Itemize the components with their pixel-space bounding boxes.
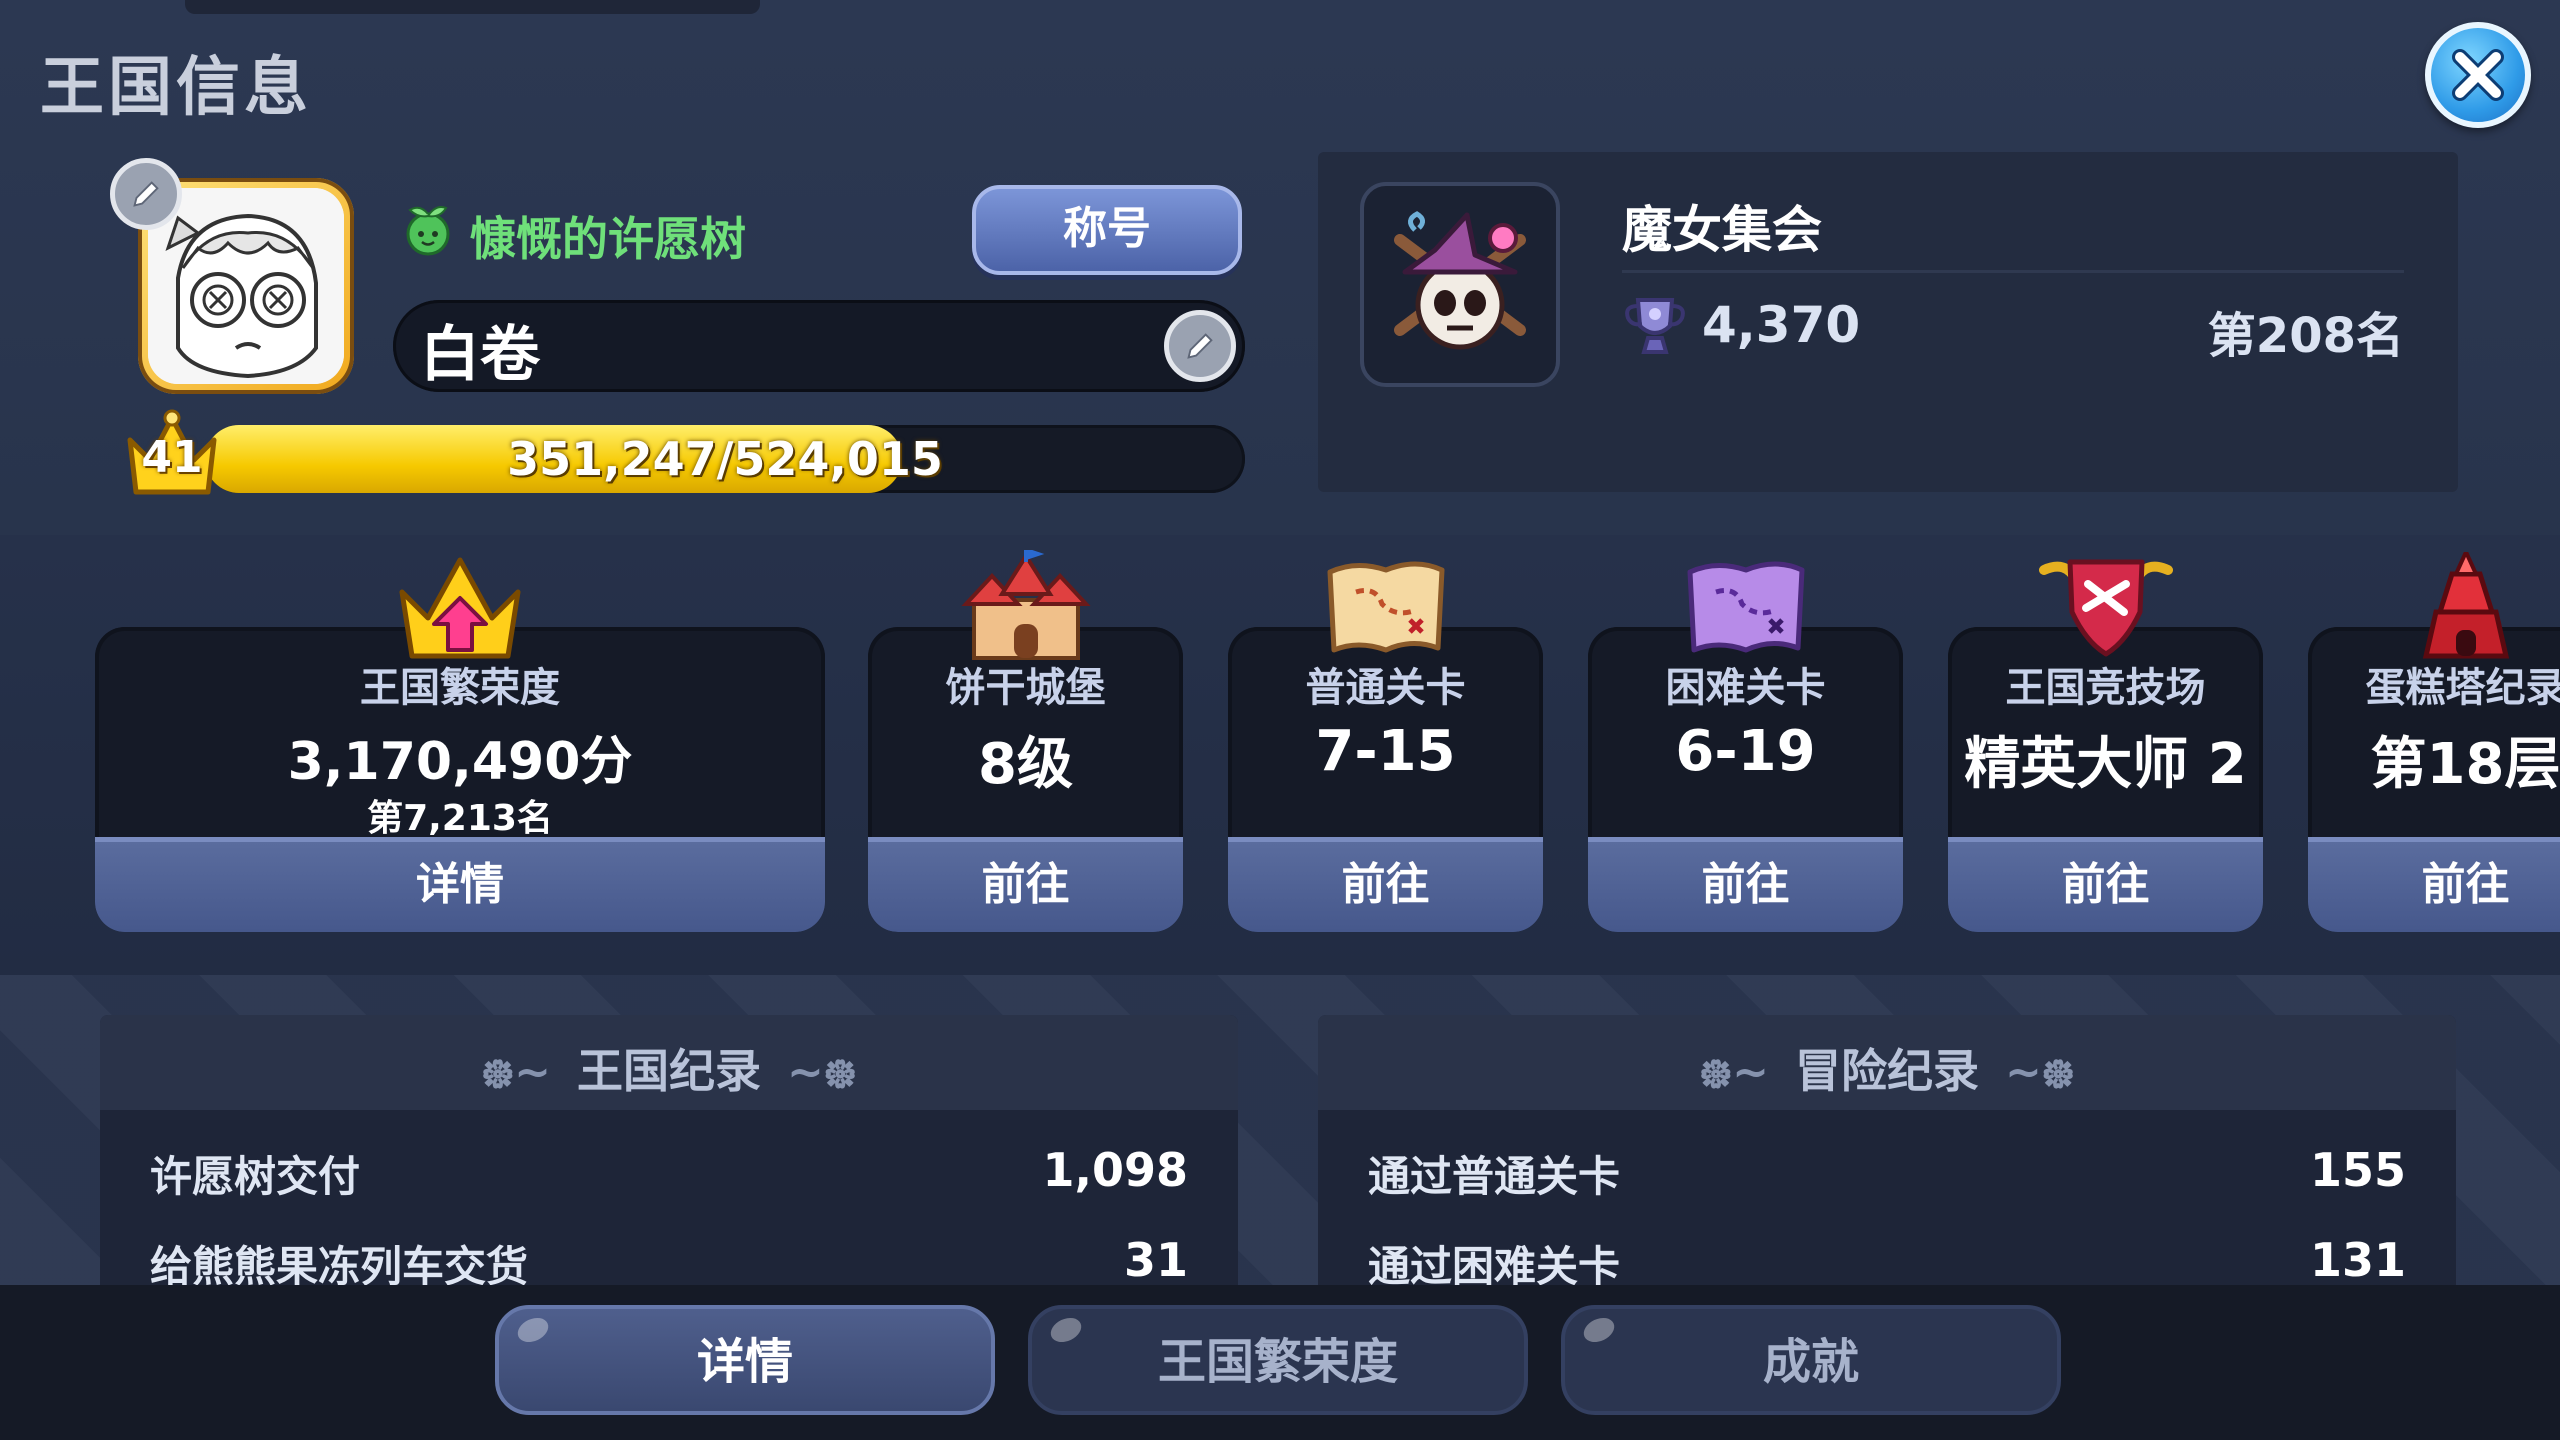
tab-details[interactable]: 详情	[495, 1305, 995, 1415]
prosperity-crown-icon	[399, 557, 521, 659]
tab-achievements[interactable]: 成就	[1561, 1305, 2061, 1415]
name-edit-button[interactable]	[1164, 310, 1236, 382]
stat-value: 6-19	[1675, 719, 1816, 784]
arena-shield-icon	[2039, 559, 2173, 657]
stat-button-goto[interactable]: 前往	[868, 837, 1183, 932]
record-value: 155	[2309, 1143, 2406, 1197]
stat-rank: 第7,213名	[367, 798, 553, 839]
stat-label: 普通关卡	[1305, 665, 1466, 711]
kingdom-record-title: ᪥~ 王国纪录 ~᪥	[100, 1035, 1238, 1110]
stat-value: 7-15	[1315, 719, 1456, 784]
tab-label: 成就	[1762, 1334, 1859, 1390]
tab-shine	[1046, 1313, 1086, 1347]
stat-card-arena: 王国竞技场 精英大师 2 前往	[1948, 627, 2263, 932]
stat-label: 困难关卡	[1665, 665, 1826, 711]
swirl-right-icon: ~᪥	[787, 1047, 857, 1098]
adventure-record-panel: ᪥~ 冒险纪录 ~᪥ 通过普通关卡 155 通过困难关卡 131	[1318, 1015, 2456, 1295]
stat-label: 王国繁荣度	[360, 665, 560, 711]
guild-score: 4,370	[1702, 296, 1861, 354]
avatar-portrait	[148, 188, 344, 384]
witch-skull-emblem-icon	[1394, 210, 1526, 349]
record-value: 131	[2309, 1233, 2406, 1287]
tab-label: 详情	[696, 1334, 793, 1390]
swirl-right-icon: ~᪥	[2005, 1047, 2075, 1098]
stat-button-goto[interactable]: 前往	[1228, 837, 1543, 932]
adventure-record-title: ᪥~ 冒险纪录 ~᪥	[1318, 1035, 2456, 1110]
close-icon	[2452, 49, 2504, 101]
stat-label: 蛋糕塔纪录	[2365, 665, 2560, 711]
player-name: 白卷	[420, 320, 540, 390]
list-item: 许愿树交付 1,098	[150, 1143, 1188, 1203]
stat-button-label: 前往	[2421, 859, 2510, 910]
record-label: 通过普通关卡	[1368, 1152, 1621, 1201]
guild-trophy-icon	[1625, 298, 1685, 354]
wish-tree-title: 慷慨的许愿树	[470, 212, 746, 266]
record-value: 1,098	[1042, 1143, 1188, 1197]
stat-button-label: 前往	[1701, 859, 1790, 910]
avatar-edit-button[interactable]	[110, 158, 182, 230]
guild-divider	[1622, 270, 2404, 273]
list-item: 通过普通关卡 155	[1368, 1143, 2406, 1203]
record-value: 31	[1123, 1233, 1188, 1287]
stat-button-details[interactable]: 详情	[95, 837, 825, 932]
stat-button-label: 详情	[416, 859, 504, 910]
pencil-icon	[1187, 333, 1213, 359]
adventure-record-title-text: 冒险纪录	[1795, 1044, 1979, 1098]
stat-card-normal-stage: 普通关卡 7-15 前往	[1228, 627, 1543, 932]
list-item: 给熊熊果冻列车交货 31	[150, 1233, 1188, 1293]
stat-value: 8级	[978, 732, 1073, 797]
stat-button-goto[interactable]: 前往	[1948, 837, 2263, 932]
stat-card-cake-tower: 蛋糕塔纪录 第18层 前往	[2308, 627, 2560, 932]
guild-name: 魔女集会	[1622, 201, 1822, 259]
stat-value: 精英大师 2	[1964, 732, 2247, 797]
title-button[interactable]: 称号	[972, 185, 1242, 275]
stat-label: 王国竞技场	[2005, 665, 2206, 711]
normal-map-icon	[1327, 561, 1445, 653]
castle-icon	[961, 550, 1091, 660]
stat-button-goto[interactable]: 前往	[1588, 837, 1903, 932]
stat-button-goto[interactable]: 前往	[2308, 837, 2560, 932]
tab-prosperity[interactable]: 王国繁荣度	[1028, 1305, 1528, 1415]
stat-button-label: 前往	[2061, 859, 2150, 910]
top-handle	[185, 0, 760, 14]
page-title: 王国信息	[40, 51, 312, 125]
stat-card-prosperity: 王国繁荣度 3,170,490分 第7,213名 详情	[95, 627, 825, 932]
stat-label: 饼干城堡	[945, 665, 1106, 711]
record-label: 许愿树交付	[150, 1152, 361, 1201]
tab-shine	[1579, 1313, 1619, 1347]
tab-label: 王国繁荣度	[1157, 1334, 1398, 1390]
stat-button-label: 前往	[981, 859, 1070, 910]
swirl-left-icon: ᪥~	[481, 1047, 551, 1098]
stat-value: 3,170,490分	[287, 732, 633, 792]
guild-rank: 第208名	[2207, 308, 2404, 364]
stat-value: 第18层	[2370, 732, 2560, 797]
guild-emblem	[1360, 182, 1560, 387]
kingdom-record-title-text: 王国纪录	[577, 1044, 761, 1098]
hard-map-icon	[1687, 561, 1805, 653]
cake-tower-icon	[2422, 552, 2510, 659]
stat-card-castle: 饼干城堡 8级 前往	[868, 627, 1183, 932]
wish-tree-icon	[406, 206, 450, 256]
close-button[interactable]	[2425, 22, 2531, 128]
stat-card-hard-stage: 困难关卡 6-19 前往	[1588, 627, 1903, 932]
stat-button-label: 前往	[1341, 859, 1430, 910]
pencil-icon	[133, 181, 159, 207]
kingdom-record-panel: ᪥~ 王国纪录 ~᪥ 许愿树交付 1,098 给熊熊果冻列车交货 31	[100, 1015, 1238, 1295]
swirl-left-icon: ᪥~	[1699, 1047, 1769, 1098]
xp-text: 351,247/524,015	[507, 432, 943, 486]
tab-shine	[513, 1313, 553, 1347]
list-item: 通过困难关卡 131	[1368, 1233, 2406, 1293]
